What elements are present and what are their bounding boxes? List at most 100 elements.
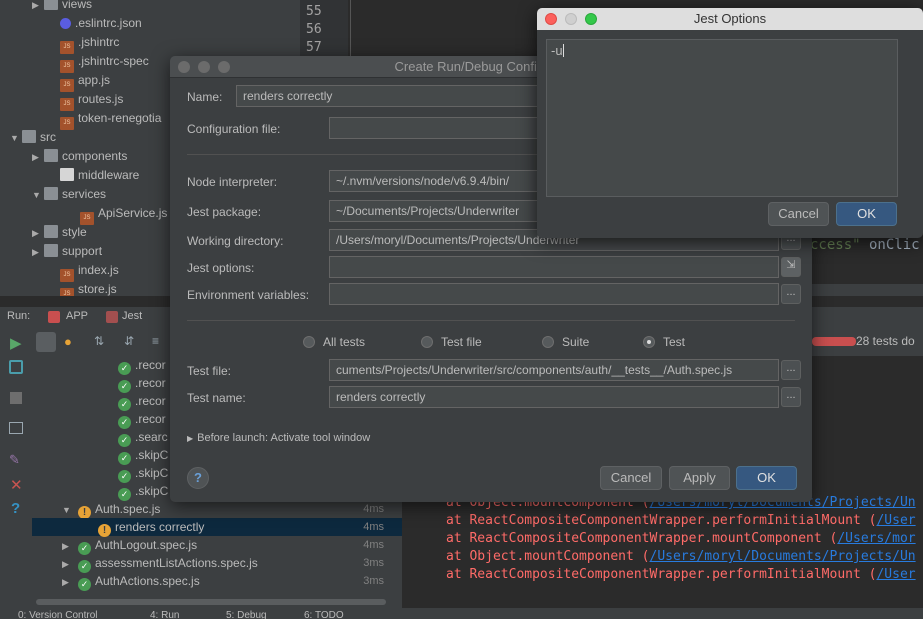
toggle-autotest-icon[interactable] [9,360,23,374]
bottom-tab[interactable]: 0: Version Control [18,610,98,619]
chevron-down-icon[interactable]: ▼ [10,129,22,148]
close-window-button[interactable] [545,13,557,25]
test-row[interactable]: ▶ ✓ AuthLogout.spec.js 4ms [32,536,402,555]
chevron-right-icon[interactable]: ▶ [62,573,78,591]
show-passed-button[interactable] [36,332,56,352]
sort-alpha-icon[interactable]: ⇅ [94,334,104,348]
env-variables-field[interactable] [329,283,779,305]
tree-item[interactable]: JS app.js [48,71,110,92]
chevron-right-icon[interactable]: ▶ [62,537,78,555]
tree-item[interactable]: JS store.js [48,280,117,296]
bottom-tab[interactable]: 5: Debug [226,610,267,619]
ok-button[interactable]: OK [736,466,797,490]
cancel-button[interactable]: Cancel [600,466,662,490]
chevron-right-icon[interactable]: ▶ [32,0,44,15]
chevron-right-icon[interactable]: ▶ [62,555,78,573]
close-window-button[interactable] [178,61,190,73]
tree-item[interactable]: JS .jshintrc-spec [48,52,149,73]
help-button[interactable]: ? [187,467,209,489]
minimize-window-button[interactable] [198,61,210,73]
test-name: AuthActions.spec.js [95,574,200,588]
console-text: at ReactCompositeComponentWrapper.perfor… [446,567,877,582]
minimize-window-button[interactable] [565,13,577,25]
tree-item[interactable]: JS index.js [48,261,119,282]
test-file-field[interactable]: cuments/Projects/Underwriter/src/compone… [329,359,779,381]
zoom-window-button[interactable] [218,61,230,73]
tree-item[interactable]: ▶ style [32,223,87,242]
tree-item-label: store.js [78,282,117,296]
chevron-right-icon[interactable]: ▶ [32,148,44,167]
pin-icon[interactable]: ✎ [9,452,20,468]
show-ignored-icon[interactable]: ● [64,334,72,349]
tree-item[interactable]: JS routes.js [48,90,123,111]
test-tree-scrollbar[interactable] [32,596,402,608]
edit-env-button[interactable]: ... [781,284,801,304]
rerun-icon[interactable]: ▶ [10,334,22,352]
help-icon[interactable]: ? [11,500,20,517]
console-file-link[interactable]: /User [876,567,915,582]
jest-options-textarea[interactable]: -u [546,39,898,197]
config-file-field[interactable] [329,117,539,139]
radio-all-tests[interactable] [303,336,315,348]
radio-suite-label: Suite [562,335,590,349]
tree-item-label: style [62,225,87,239]
bottom-tab[interactable]: 6: TODO [304,610,344,619]
run-tab-jest[interactable]: Jest [122,310,142,322]
bottom-tab[interactable]: 4: Run [150,610,179,619]
tree-item[interactable]: JS token-renegotia [48,109,161,130]
console-file-link[interactable]: /Users/moryl/Documents/Projects/Un [650,549,916,564]
test-duration: 3ms [363,575,384,587]
name-field[interactable]: renders correctly [236,85,546,107]
test-name: AuthLogout.spec.js [95,538,198,552]
run-side-toolbar: ▶ ✎ ✕ ? [0,328,32,608]
before-launch-label: Before launch: Activate tool window [197,432,371,444]
expand-field-icon[interactable]: ⇲ [781,257,801,277]
apply-button[interactable]: Apply [669,466,730,490]
app-config-icon [48,311,60,323]
tree-item[interactable]: middleware [48,166,139,185]
stop-icon[interactable] [10,392,22,404]
test-row[interactable]: ▶ ✓ assessmentListActions.spec.js 3ms [32,554,402,573]
chevron-right-icon[interactable]: ▶ [32,224,44,243]
test-name: .recor [135,412,166,426]
chevron-down-icon[interactable]: ▼ [32,186,44,205]
tree-item[interactable]: ▶ components [32,147,127,166]
chevron-down-icon[interactable]: ▼ [62,501,78,519]
tree-item[interactable]: ▶ views [32,0,92,14]
folder-icon [44,244,58,257]
tree-item[interactable]: ▼ src [10,128,56,147]
test-row[interactable]: ! renders correctly 4ms [32,518,402,537]
sort-duration-icon[interactable]: ⇵ [124,334,134,348]
layout-icon[interactable] [9,422,23,434]
tree-item-label: .jshintrc-spec [78,54,149,68]
test-name: Auth.spec.js [95,502,161,516]
close-icon[interactable]: ✕ [10,476,23,494]
before-launch-toggle[interactable]: ▶ Before launch: Activate tool window [187,432,370,444]
tree-item[interactable]: .eslintrc.json [48,14,142,33]
tree-item[interactable]: JS .jshintrc [48,33,119,54]
node-interpreter-field[interactable]: ~/.nvm/versions/node/v6.9.4/bin/ [329,170,539,192]
test-name-field[interactable]: renders correctly [329,386,779,408]
browse-test-name-button[interactable]: ... [781,387,801,407]
chevron-right-icon[interactable]: ▶ [32,243,44,262]
radio-test-file[interactable] [421,336,433,348]
jest-options-cancel-button[interactable]: Cancel [768,202,829,226]
jest-options-ok-button[interactable]: OK [836,202,897,226]
test-row[interactable]: ▼! Auth.spec.js 4ms [32,500,402,519]
expand-all-icon[interactable]: ≡ [152,334,159,348]
tree-item[interactable]: ▼ services [32,185,106,204]
run-tab-app[interactable]: APP [66,310,88,322]
tree-item[interactable]: ▶ support [32,242,102,261]
radio-suite[interactable] [542,336,554,348]
jest-package-field[interactable]: ~/Documents/Projects/Underwriter [329,200,539,222]
console-file-link[interactable]: /Users/mor [837,531,915,546]
test-name: assessmentListActions.spec.js [95,556,258,570]
radio-test[interactable] [643,336,655,348]
jest-options-field[interactable] [329,256,779,278]
browse-test-file-button[interactable]: ... [781,360,801,380]
console-file-link[interactable]: /User [876,513,915,528]
tree-item[interactable]: JS ApiService.js [68,204,167,225]
test-row[interactable]: ▶ ✓ AuthActions.spec.js 3ms [32,572,402,591]
run-label: Run: [7,310,31,322]
zoom-window-button[interactable] [585,13,597,25]
